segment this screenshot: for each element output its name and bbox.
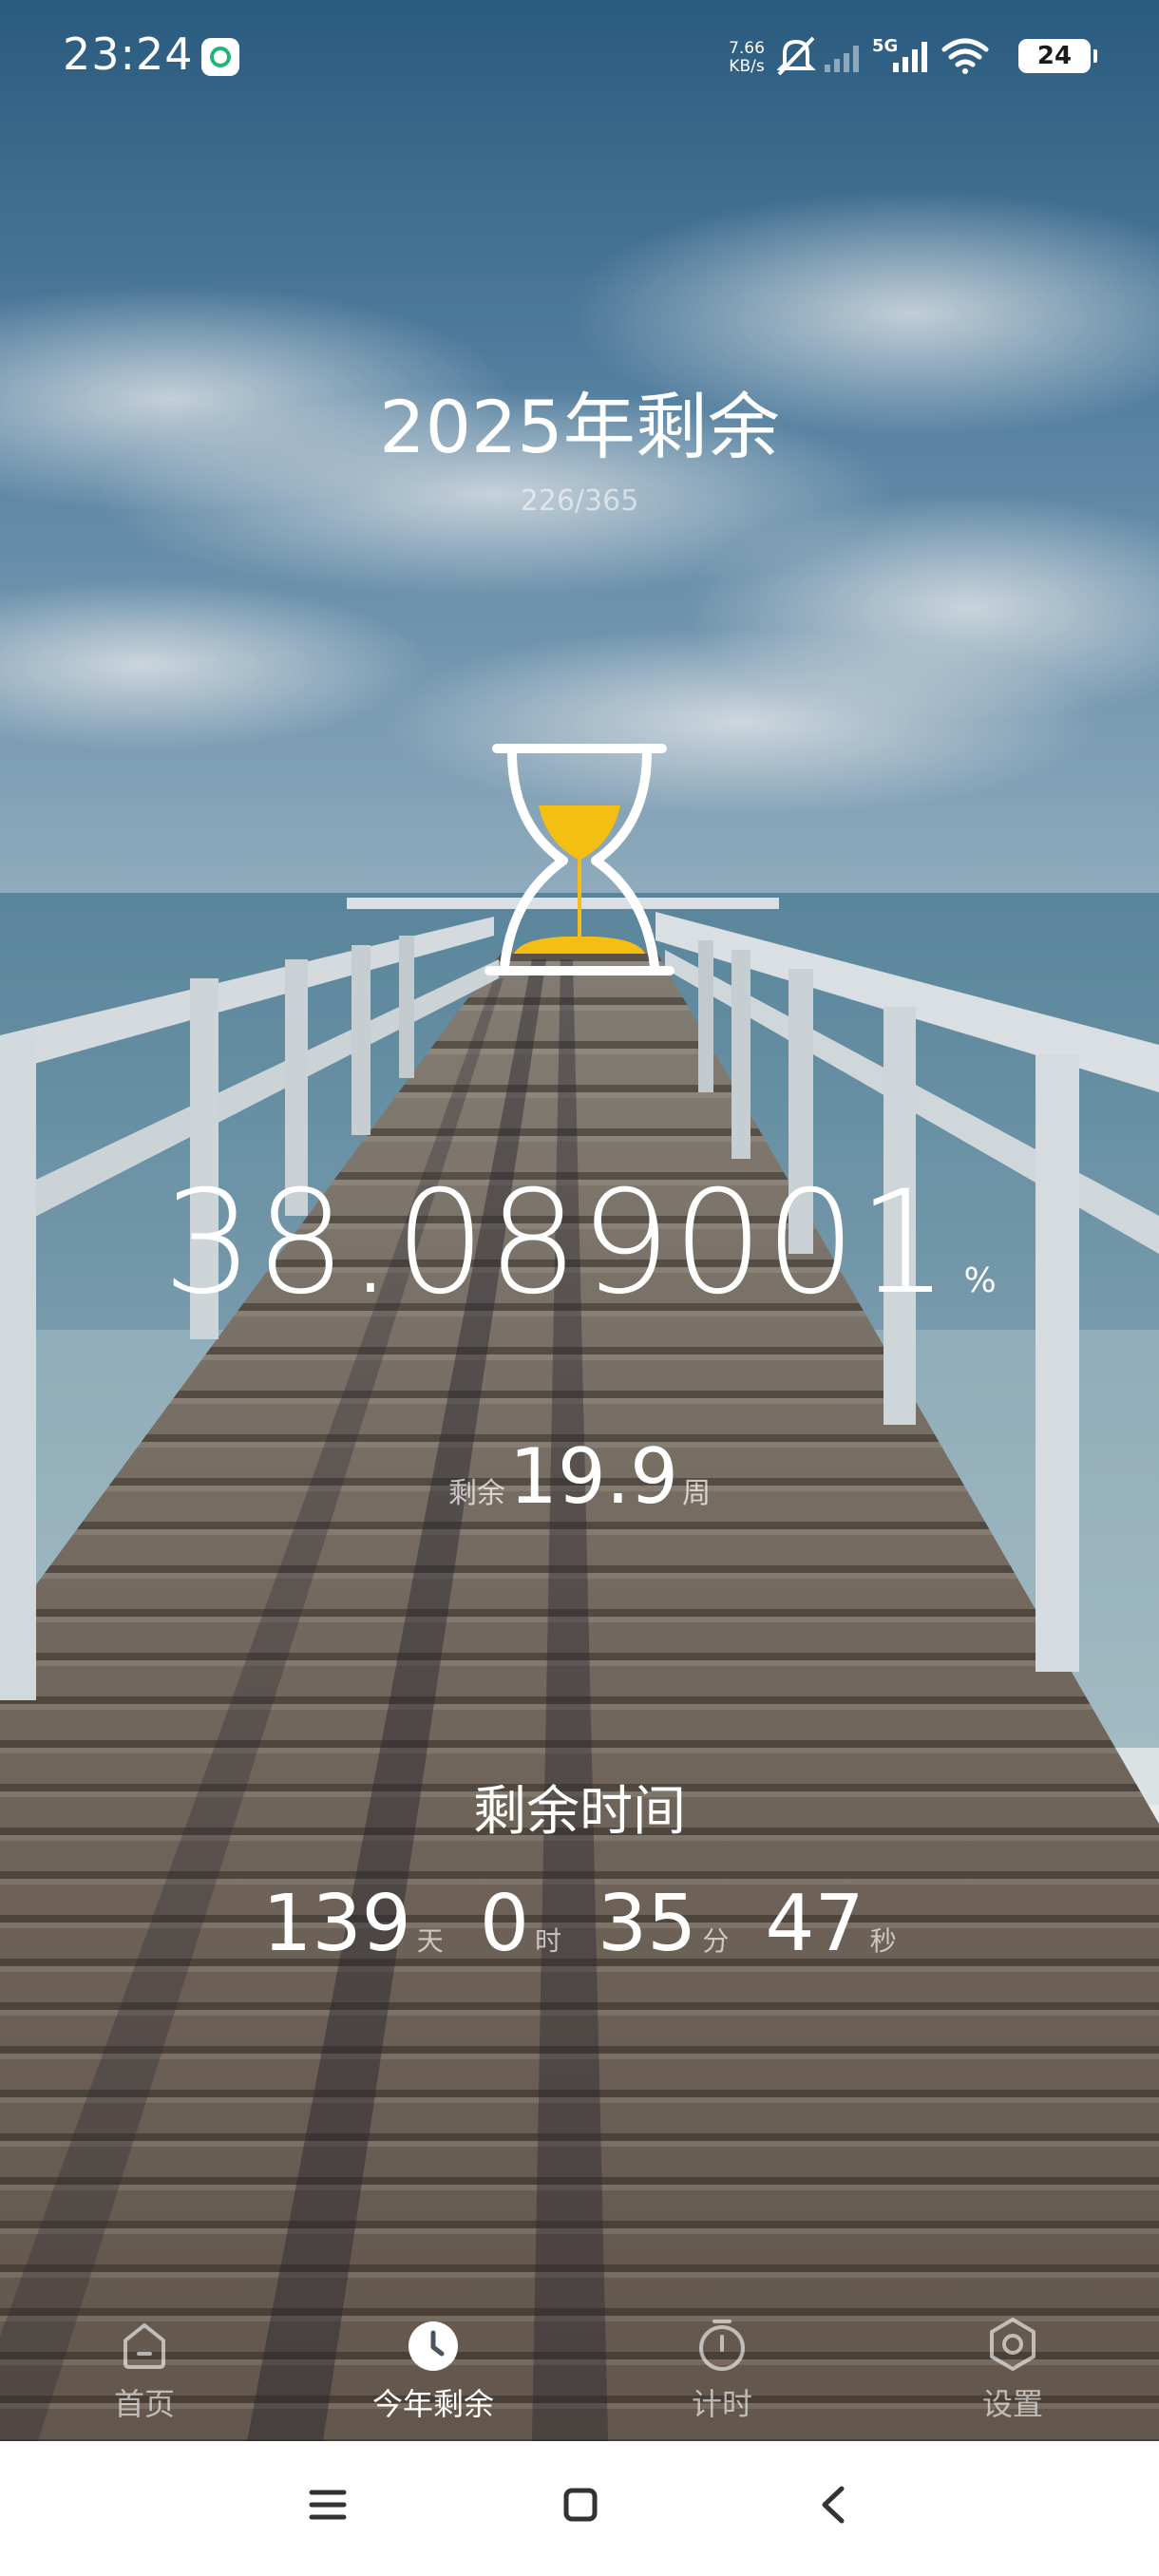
signal-weak-icon [825,46,859,72]
hourglass-icon [484,744,674,975]
weeks-unit: 周 [682,1477,712,1510]
stopwatch-icon [699,2320,745,2371]
countdown-seconds-unit: 秒 [869,1925,897,1957]
wifi-icon [941,38,989,74]
tab-year-remaining-label: 今年剩余 [371,2386,494,2422]
clock-icon [408,2321,458,2371]
status-icons: 5G [777,36,989,76]
gear-icon [990,2318,1036,2371]
countdown-days: 139 [262,1879,411,1969]
system-navigation-bar [0,2441,1159,2576]
countdown-hours-unit: 时 [534,1925,561,1957]
countdown-hours: 0 [479,1879,529,1969]
remaining-time-title: 剩余时间 [473,1781,686,1843]
page-title: 2025年剩余 [379,385,780,469]
percent-value: 38.089001 [162,1161,951,1326]
back-icon[interactable] [815,2485,855,2525]
bell-muted-icon [777,36,816,76]
home-icon [124,2323,165,2369]
network-speed-value: 7.66 [729,39,765,58]
countdown: 139 天 0 时 35 分 47 秒 [0,1879,1159,1969]
tab-year-remaining[interactable]: 今年剩余 [338,2316,528,2424]
menu-icon[interactable] [308,2485,348,2525]
weeks-value: 19.9 [508,1432,679,1521]
countdown-minutes: 35 [598,1879,697,1969]
status-bar: 23:24 7.66 KB/s 5G 24 [0,0,1159,114]
percent-unit: % [963,1261,997,1300]
tab-timer[interactable]: 计时 [627,2316,817,2424]
app-notification-icon [201,38,239,76]
countdown-seconds: 47 [765,1879,864,1969]
tab-settings[interactable]: 设置 [918,2316,1108,2424]
tab-timer-label: 计时 [691,2386,752,2422]
countdown-days-unit: 天 [416,1925,444,1957]
percent-remaining: 38.089001% [0,1161,1159,1326]
weeks-remaining: 剩余19.9 周 [0,1432,1159,1521]
home-square-icon[interactable] [560,2485,600,2525]
network-speed: 7.66 KB/s [722,40,771,76]
network-type: 5G [872,36,898,56]
status-time: 23:24 [63,28,194,80]
tab-home[interactable]: 首页 [49,2316,239,2424]
bottom-tab-bar: 首页 今年剩余 计时 设置 [0,2289,1159,2441]
countdown-minutes-unit: 分 [702,1925,730,1957]
tab-settings-label: 设置 [981,2386,1043,2422]
battery-icon: 24 [1018,39,1097,73]
weeks-prefix: 剩余 [447,1477,505,1510]
day-progress-count: 226/365 [520,484,639,518]
signal-5g-icon: 5G [872,36,927,72]
tab-home-label: 首页 [113,2386,175,2422]
app-screen: 23:24 7.66 KB/s 5G 24 2025年剩余 226/365 38… [0,0,1159,2441]
network-speed-unit: KB/s [729,57,765,76]
